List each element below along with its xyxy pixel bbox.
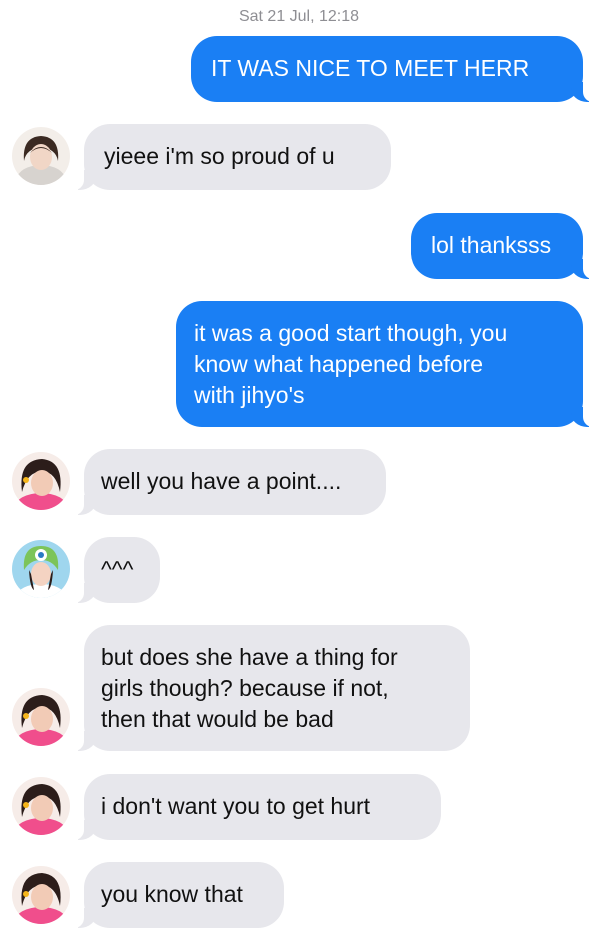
contact-avatar-icon[interactable]: [12, 452, 70, 510]
message-bubble-outgoing[interactable]: IT WAS NICE TO MEET HERR: [191, 36, 597, 102]
message-text: yieee i'm so proud of u: [104, 143, 335, 169]
contact-avatar-icon[interactable]: [12, 540, 70, 598]
message-bubble-outgoing[interactable]: lol thanksss: [411, 213, 597, 279]
message-bubble-outgoing[interactable]: it was a good start though, you know wha…: [176, 301, 597, 427]
contact-avatar-icon[interactable]: [12, 866, 70, 924]
message-bubble-incoming[interactable]: i don't want you to get hurt: [70, 774, 441, 840]
contact-avatar-icon[interactable]: [12, 777, 70, 835]
message-thread: Sat 21 Jul, 12:18 IT WAS NICE TO MEET HE…: [0, 0, 598, 940]
message-bubble-incoming[interactable]: well you have a point....: [70, 449, 386, 515]
message-text-line: it was a good start though, you: [194, 320, 508, 346]
message-text: IT WAS NICE TO MEET HERR: [211, 55, 530, 81]
message-text: i don't want you to get hurt: [101, 793, 371, 819]
message-text-line: girls though? because if not,: [101, 675, 389, 701]
message-text-line: then that would be bad: [101, 706, 334, 732]
contact-avatar-icon[interactable]: [12, 688, 70, 746]
contact-avatar-icon[interactable]: [12, 127, 70, 185]
message-text: ^^^: [101, 556, 134, 582]
message-text-line: with jihyo's: [194, 382, 305, 408]
message-bubble-incoming[interactable]: yieee i'm so proud of u: [70, 124, 391, 190]
message-bubble-incoming[interactable]: you know that: [70, 862, 284, 928]
message-bubble-incoming[interactable]: ^^^: [70, 537, 160, 603]
message-text: lol thanksss: [431, 232, 552, 258]
message-text-line: know what happened before: [194, 351, 483, 377]
message-text: well you have a point....: [101, 468, 342, 494]
message-text: you know that: [101, 881, 243, 907]
timestamp: Sat 21 Jul, 12:18: [238, 8, 360, 25]
message-text-line: but does she have a thing for: [101, 644, 398, 670]
message-bubble-incoming[interactable]: but does she have a thing for girls thou…: [70, 625, 470, 751]
